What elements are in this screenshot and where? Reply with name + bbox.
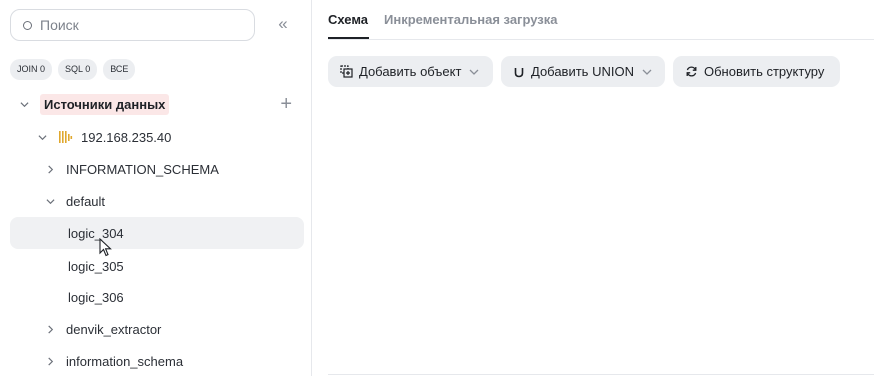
tree-item-label: logic_306 — [68, 289, 124, 305]
chip-sql[interactable]: SQL 0 — [58, 59, 98, 80]
chevron-right-icon[interactable] — [44, 355, 56, 367]
add-object-label: Добавить объект — [359, 64, 462, 79]
tab-schema[interactable]: Схема — [328, 12, 368, 27]
tree-item-label: default — [66, 193, 106, 209]
tree-item-schema[interactable]: information_schema — [10, 345, 304, 376]
tab-bar: Схема Инкрементальная загрузка — [328, 0, 874, 40]
chevron-right-icon[interactable] — [44, 163, 56, 175]
add-union-label: Добавить UNION — [531, 64, 634, 79]
chevron-right-icon[interactable] — [44, 323, 56, 335]
server-icon — [58, 130, 73, 144]
add-object-button[interactable]: Добавить объект — [328, 56, 493, 87]
tree-item-table[interactable]: logic_304 — [10, 217, 304, 249]
sidebar: « JOIN 0 SQL 0 ВСЕ Источники данных + 19… — [0, 0, 312, 376]
refresh-structure-label: Обновить структуру — [704, 64, 825, 79]
filter-chips: JOIN 0 SQL 0 ВСЕ — [10, 59, 136, 80]
chevron-down-icon — [469, 67, 479, 77]
chevron-down-icon — [642, 67, 652, 77]
chevron-down-icon[interactable] — [18, 98, 30, 110]
tree-item-label: INFORMATION_SCHEMA — [66, 161, 219, 177]
collapse-sidebar-icon[interactable]: « — [274, 14, 292, 34]
add-union-button[interactable]: Добавить UNION — [501, 56, 665, 87]
divider — [328, 374, 874, 375]
tab-incremental-load[interactable]: Инкрементальная загрузка — [384, 12, 558, 27]
tree-item-table[interactable]: logic_306 — [10, 281, 304, 313]
tree-item-label: information_schema — [66, 353, 184, 369]
add-object-icon — [340, 65, 353, 78]
chevron-down-icon[interactable] — [36, 131, 48, 143]
add-icon[interactable]: + — [280, 94, 292, 114]
search-icon — [23, 20, 32, 30]
active-tab-indicator — [328, 37, 369, 39]
search-box[interactable] — [10, 9, 255, 41]
refresh-structure-button[interactable]: Обновить структуру — [673, 56, 840, 87]
tree-item-server-label: 192.168.235.40 — [81, 129, 172, 145]
mouse-cursor-icon — [99, 237, 113, 261]
tree-root-data-sources[interactable]: Источники данных + — [10, 88, 304, 120]
tree-root-label: Источники данных — [40, 93, 170, 115]
tree-item-server[interactable]: 192.168.235.40 — [10, 121, 304, 153]
tree-item-table[interactable]: logic_305 — [10, 250, 304, 282]
tree-item-schema[interactable]: default — [10, 185, 304, 217]
union-icon — [513, 66, 525, 78]
tree-item-label: denvik_extractor — [66, 321, 162, 337]
search-input[interactable] — [40, 17, 240, 33]
tree-item-schema[interactable]: denvik_extractor — [10, 313, 304, 345]
tree-item-schema[interactable]: INFORMATION_SCHEMA — [10, 153, 304, 185]
tree-item-label: logic_304 — [68, 225, 124, 241]
refresh-icon — [685, 65, 698, 78]
chip-join[interactable]: JOIN 0 — [10, 59, 53, 80]
tree-item-label: logic_305 — [68, 258, 124, 274]
chevron-down-icon[interactable] — [44, 195, 56, 207]
main-panel: Схема Инкрементальная загрузка Добавить … — [328, 0, 874, 376]
chip-all[interactable]: ВСЕ — [103, 59, 136, 80]
